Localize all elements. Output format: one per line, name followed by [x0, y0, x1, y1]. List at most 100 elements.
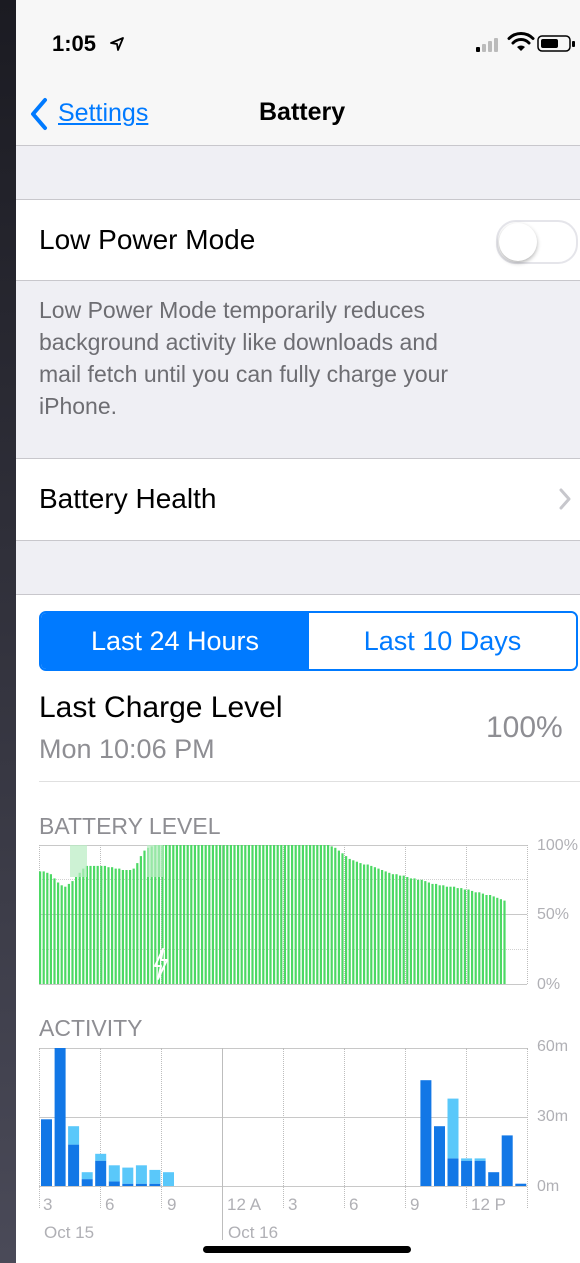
- battery-level-bar: [352, 860, 355, 984]
- activity-bar-screen-off: [474, 1158, 486, 1161]
- activity-grid-v: [527, 1048, 528, 1208]
- battery-level-bar: [276, 845, 279, 984]
- battery-level-bar: [240, 845, 243, 984]
- battery-level-bar: [485, 895, 488, 984]
- wifi-icon: [507, 32, 535, 51]
- battery-level-bar: [67, 883, 70, 984]
- activity-bar-screen-on: [474, 1160, 486, 1186]
- battery-level-bar: [381, 870, 384, 984]
- back-label: Settings: [58, 99, 149, 127]
- cellular-signal-icon: [476, 38, 498, 52]
- battery-level-bar: [348, 858, 351, 984]
- battery-level-bar: [305, 845, 308, 984]
- battery-health-row[interactable]: Battery Health: [16, 458, 580, 541]
- activity-bar-screen-off: [447, 1098, 459, 1159]
- activity-title: ACTIVITY: [39, 1015, 143, 1041]
- segment-last-24-hours[interactable]: Last 24 Hours: [41, 613, 309, 669]
- battery-icon: [537, 35, 575, 52]
- x-tick-label: 3: [288, 1195, 298, 1214]
- battery-level-bar: [481, 893, 484, 984]
- battery-level-bar: [287, 845, 290, 984]
- battery-level-bar: [183, 845, 186, 984]
- segmented-control: Last 24 Hours Last 10 Days: [39, 611, 578, 671]
- battery-level-bar: [449, 886, 452, 984]
- battery-level-bar: [345, 856, 348, 984]
- battery-level-bar: [244, 845, 247, 984]
- battery-level-bar: [330, 846, 333, 984]
- battery-level-bar: [471, 890, 474, 984]
- activity-bar-screen-on: [108, 1181, 120, 1186]
- battery-level-bar: [406, 877, 409, 984]
- battery-level-bar: [334, 847, 337, 984]
- low-power-mode-toggle[interactable]: [496, 220, 578, 264]
- battery-level-bar: [64, 886, 67, 984]
- battery-level-bar: [463, 889, 466, 984]
- date-label: Oct 16: [228, 1223, 279, 1242]
- activity-bar-screen-on: [122, 1183, 134, 1186]
- battery-level-bar: [255, 845, 258, 984]
- battery-level-bar: [503, 900, 506, 984]
- battery-level-bar: [399, 875, 402, 984]
- battery-level-bar: [215, 845, 218, 984]
- segment-last-10-days[interactable]: Last 10 Days: [309, 613, 576, 669]
- battery-level-bar: [53, 878, 56, 984]
- battery-level-bar: [172, 845, 175, 984]
- battery-level-bar: [280, 845, 283, 984]
- battery-level-bar: [445, 886, 448, 984]
- x-tick-label: 6: [349, 1195, 359, 1214]
- back-button[interactable]: Settings: [26, 94, 176, 134]
- battery-level-bar: [370, 865, 373, 984]
- battery-tick-label: 50%: [537, 906, 570, 923]
- divider: [39, 781, 580, 782]
- x-tick-label: 9: [167, 1195, 177, 1214]
- battery-level-bar: [136, 863, 139, 984]
- battery-level-bar: [456, 888, 459, 984]
- battery-level-bar: [291, 845, 294, 984]
- battery-level-bar: [474, 892, 477, 984]
- home-indicator[interactable]: [203, 1246, 411, 1253]
- location-arrow-icon: [110, 37, 124, 51]
- battery-level-bar: [478, 892, 481, 984]
- battery-level-bar: [251, 845, 254, 984]
- battery-level-bar: [499, 899, 502, 984]
- battery-level-bar: [143, 850, 146, 984]
- battery-level-bar: [294, 845, 297, 984]
- battery-level-bar: [186, 845, 189, 984]
- battery-level-bar: [359, 863, 362, 984]
- battery-level-bar: [247, 845, 250, 984]
- battery-level-bar: [301, 845, 304, 984]
- chevron-left-icon: [31, 98, 47, 130]
- charging-indicator: [147, 845, 163, 877]
- battery-level-bar: [409, 878, 412, 984]
- low-power-mode-description: Low Power Mode temporarily reduces backg…: [39, 297, 449, 419]
- battery-level-bar: [384, 871, 387, 984]
- battery-level-bars: [39, 845, 506, 985]
- battery-level-bar: [258, 845, 261, 984]
- battery-level-bar: [208, 845, 211, 984]
- status-time: 1:05: [52, 31, 97, 56]
- activity-bar-screen-on: [434, 1126, 445, 1186]
- activity-bar-screen-off: [108, 1165, 120, 1182]
- battery-level-bar: [269, 845, 272, 984]
- battery-level-bar: [46, 872, 49, 984]
- activity-tick-label: 30m: [537, 1108, 569, 1125]
- battery-level-bar: [204, 845, 207, 984]
- battery-level-bar: [89, 865, 92, 984]
- low-power-mode-row: Low Power Mode: [16, 199, 580, 281]
- battery-level-bar: [327, 845, 330, 984]
- battery-level-bar: [93, 865, 96, 984]
- battery-level-bar: [395, 874, 398, 984]
- battery-level-bar: [373, 867, 376, 984]
- activity-tick-label: 60m: [537, 1038, 569, 1055]
- battery-level-bar: [363, 864, 366, 984]
- battery-level-bar: [273, 845, 276, 984]
- activity-bar-screen-on: [447, 1158, 459, 1186]
- activity-bar-screen-off: [135, 1165, 147, 1184]
- x-tick-label: 12 A: [227, 1195, 262, 1214]
- battery-level-bar: [388, 872, 391, 984]
- activity-bar-screen-off: [122, 1167, 134, 1184]
- battery-level-bar: [175, 845, 178, 984]
- date-label: Oct 15: [44, 1223, 95, 1242]
- battery-level-bar: [309, 845, 312, 984]
- battery-tick-label: 0%: [537, 976, 561, 993]
